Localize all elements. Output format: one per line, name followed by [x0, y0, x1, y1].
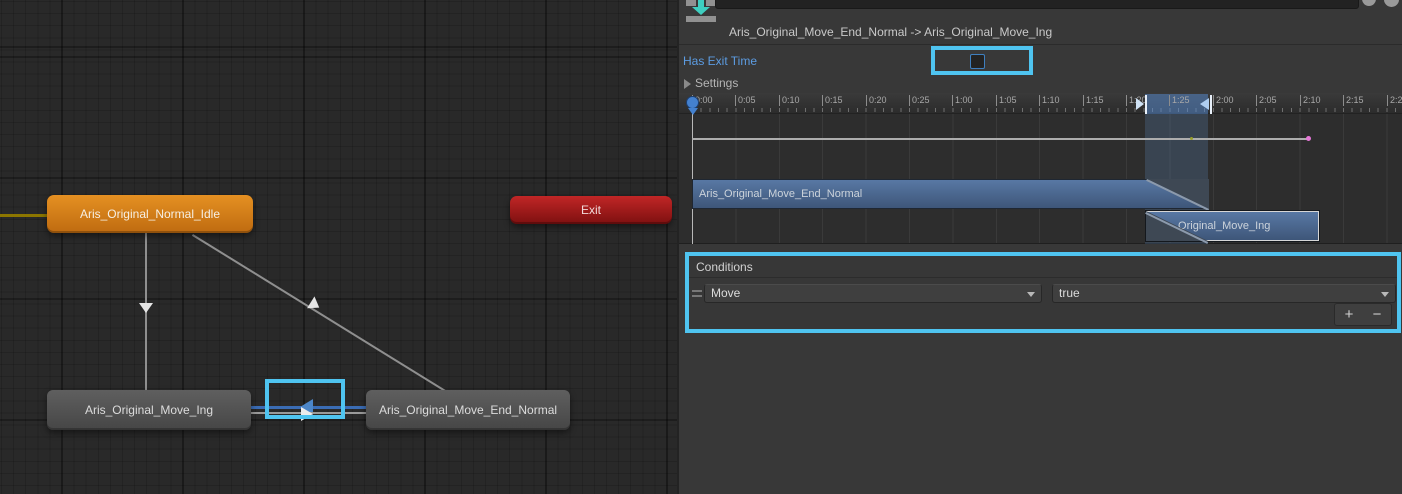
- conditions-list-controls: + −: [1334, 303, 1392, 326]
- ruler-tick: 0:25: [909, 95, 930, 106]
- state-label: Aris_Original_Normal_Idle: [80, 207, 220, 221]
- ruler-minor-ticks: [692, 108, 1402, 112]
- settings-foldout[interactable]: Settings: [695, 76, 738, 90]
- ruler-tick: 1:05: [996, 95, 1017, 106]
- state-label: Aris_Original_Move_Ing: [85, 403, 213, 417]
- timeline-zero-line: [692, 103, 693, 244]
- ruler-tick: 2:10: [1300, 95, 1321, 106]
- condition-parameter-value: Move: [711, 286, 740, 300]
- divider: [679, 44, 1402, 45]
- presets-icon[interactable]: [1384, 0, 1399, 7]
- blend-curve-line[interactable]: [692, 138, 1309, 140]
- state-label: Aris_Original_Move_End_Normal: [379, 403, 557, 417]
- ruler-tick: 2:2: [1387, 95, 1402, 106]
- state-node-normal-idle[interactable]: Aris_Original_Normal_Idle: [47, 195, 253, 233]
- ruler-tick: 2:00: [1213, 95, 1234, 106]
- add-condition-button[interactable]: +: [1345, 305, 1354, 325]
- transition-name-field[interactable]: [715, 0, 1359, 9]
- remove-condition-button[interactable]: −: [1373, 305, 1382, 325]
- transition-idle-to-endnormal[interactable]: [192, 234, 447, 393]
- state-label: Exit: [581, 203, 601, 217]
- transition-arrow-icon[interactable]: [307, 296, 323, 313]
- ruler-tick: 2:15: [1343, 95, 1364, 106]
- ruler-tick: 1:15: [1083, 95, 1104, 106]
- ruler-tick: 0:15: [822, 95, 843, 106]
- timeline-ruler[interactable]: 0:00 0:05 0:10 0:15 0:20 0:25 1:00 1:05 …: [679, 93, 1402, 114]
- condition-value-dropdown[interactable]: true: [1052, 284, 1396, 303]
- foldout-arrow-icon[interactable]: [684, 79, 691, 89]
- playhead-tip-icon: [688, 108, 698, 115]
- state-node-move-end-normal[interactable]: Aris_Original_Move_End_Normal: [366, 390, 570, 430]
- curve-key-icon[interactable]: [1190, 137, 1193, 140]
- transition-end-marker-icon[interactable]: [1200, 98, 1209, 110]
- transition-title: Aris_Original_Move_End_Normal -> Aris_Or…: [729, 25, 1052, 39]
- clip-bar-move-end-normal[interactable]: Aris_Original_Move_End_Normal: [692, 179, 1209, 209]
- curve-end-key-icon[interactable]: [1306, 136, 1311, 141]
- condition-value: true: [1059, 286, 1080, 300]
- transition-end-marker-line[interactable]: [1210, 95, 1212, 114]
- dropdown-arrow-icon: [1027, 292, 1035, 297]
- ruler-tick: 1:10: [1039, 95, 1060, 106]
- state-machine-canvas[interactable]: Aris_Original_Normal_Idle Exit Aris_Orig…: [0, 0, 677, 494]
- ruler-tick: 2:05: [1256, 95, 1277, 106]
- ruler-tick: 0:20: [866, 95, 887, 106]
- ruler-tick: 0:10: [779, 95, 800, 106]
- conditions-section: Conditions Move true + −: [685, 252, 1401, 333]
- dropdown-arrow-icon: [1381, 292, 1389, 297]
- transition-arrow-icon[interactable]: [139, 303, 153, 313]
- state-node-exit[interactable]: Exit: [510, 196, 672, 224]
- ruler-tick: 1:00: [952, 95, 973, 106]
- clip-label: Aris_Original_Move_End_Normal: [699, 188, 862, 200]
- entry-transition-line[interactable]: [0, 214, 47, 217]
- animator-window: Aris_Original_Normal_Idle Exit Aris_Orig…: [0, 0, 1402, 494]
- condition-parameter-dropdown[interactable]: Move: [704, 284, 1042, 303]
- ruler-tick: 1:25: [1169, 95, 1190, 106]
- checkbox-highlight: [931, 46, 1033, 75]
- selected-transition-highlight: [265, 379, 345, 419]
- transition-start-marker-line[interactable]: [1145, 95, 1147, 114]
- drag-handle-icon[interactable]: [692, 290, 702, 298]
- conditions-header: Conditions: [689, 256, 1397, 278]
- transition-icon: [686, 0, 716, 22]
- help-icon[interactable]: [1362, 0, 1376, 6]
- inspector-panel: Aris_Original_Move_End_Normal -> Aris_Or…: [677, 0, 1402, 494]
- state-node-move-ing[interactable]: Aris_Original_Move_Ing: [47, 390, 251, 430]
- ruler-tick: 0:05: [735, 95, 756, 106]
- has-exit-time-label: Has Exit Time: [683, 54, 757, 68]
- transition-start-marker-icon[interactable]: [1136, 98, 1144, 110]
